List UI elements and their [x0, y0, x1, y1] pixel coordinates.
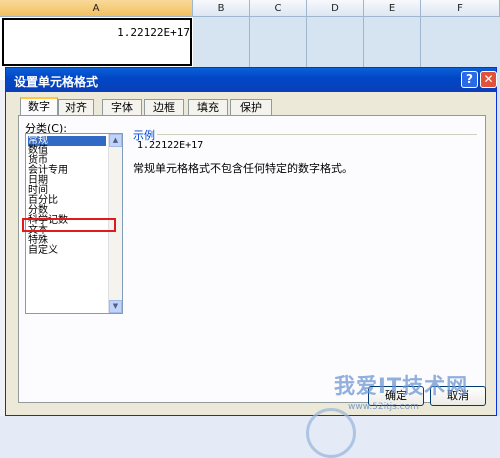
scroll-up-arrow-icon[interactable]: ▲ — [109, 134, 122, 147]
number-tab-panel: 分类(C): 常规 数值 货币 会计专用 日期 时间 百分比 分数 科学记数 文… — [18, 115, 486, 403]
tab-fill[interactable]: 填充 — [188, 99, 228, 115]
sample-group-line — [157, 134, 477, 135]
column-header-f[interactable]: F — [421, 0, 500, 17]
format-description: 常规单元格格式不包含任何特定的数字格式。 — [133, 162, 353, 175]
category-item-custom[interactable]: 自定义 — [28, 246, 106, 256]
close-button[interactable]: ✕ — [480, 71, 497, 88]
tab-protection[interactable]: 保护 — [230, 99, 272, 115]
sample-box: 1.22122E+17 — [133, 140, 477, 154]
tab-font[interactable]: 字体 — [102, 99, 142, 115]
sample-value: 1.22122E+17 — [137, 140, 204, 151]
column-header-c[interactable]: C — [250, 0, 307, 17]
text-category-highlight-box — [22, 218, 116, 232]
tab-number[interactable]: 数字 — [20, 97, 58, 116]
cell-a1-value: 1.22122E+17 — [117, 26, 190, 39]
column-header-d[interactable]: D — [307, 0, 364, 17]
dialog-title: 设置单元格格式 — [14, 75, 99, 89]
tab-border[interactable]: 边框 — [144, 99, 184, 115]
column-header-b[interactable]: B — [193, 0, 250, 17]
watermark-text: 我爱IT技术网 — [334, 374, 469, 398]
help-button[interactable]: ? — [461, 71, 478, 88]
tab-alignment[interactable]: 对齐 — [58, 99, 94, 115]
column-header-e[interactable]: E — [364, 0, 421, 17]
format-cells-dialog: 设置单元格格式 ? ✕ 数字 对齐 字体 边框 填充 保护 分类(C): 常规 … — [5, 67, 497, 458]
column-header-a[interactable]: A — [0, 0, 193, 17]
scroll-down-arrow-icon[interactable]: ▼ — [109, 300, 122, 313]
dialog-title-bar[interactable]: 设置单元格格式 ? ✕ — [6, 68, 497, 92]
watermark-url: www.52itjs.com — [348, 402, 419, 412]
